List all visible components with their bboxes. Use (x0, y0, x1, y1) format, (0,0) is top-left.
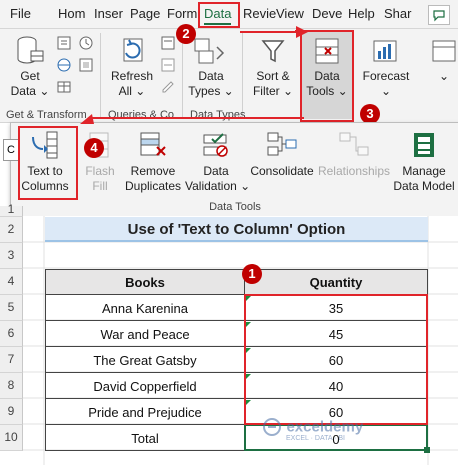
forecast-icon (373, 40, 397, 62)
relationships-button[interactable]: Relationships (317, 129, 391, 179)
row-header-1[interactable]: 1 (0, 202, 23, 217)
outline-chevron: ⌄ (438, 69, 450, 83)
forecast-label: Forecast (362, 69, 410, 83)
consolidate-label: Consolidate (250, 164, 314, 178)
remove-duplicates-label: Remove (130, 164, 176, 178)
book-cell-4[interactable]: David Copperfield (45, 372, 245, 399)
row-header-9[interactable]: 9 (0, 399, 23, 425)
group-get-transform: Get & Transform (6, 109, 87, 121)
callout-box-data-tools (300, 30, 354, 122)
consolidate-button[interactable]: Consolidate (249, 129, 315, 179)
outline-button[interactable]: ⌄ (424, 35, 458, 84)
remove-duplicates-label-2: Duplicates (124, 179, 182, 193)
sheet-title[interactable]: Use of 'Text to Column' Option (45, 217, 428, 242)
exceldemy-logo-icon (263, 418, 281, 436)
data-validation-button[interactable]: Data Validation ⌄ (185, 129, 251, 194)
tab-page-layout[interactable]: Page (130, 6, 160, 21)
tab-insert[interactable]: Inser (94, 6, 123, 21)
manage-data-model-button[interactable]: Manage Data Model (391, 129, 457, 194)
tab-formulas[interactable]: Form (167, 6, 197, 21)
watermark-subtext: EXCEL · DATA · BI (286, 435, 345, 442)
row-header-5[interactable]: 5 (0, 295, 23, 321)
callout-arrow-3 (80, 114, 304, 124)
get-data-label: Get (20, 69, 40, 83)
tab-file[interactable]: File (10, 6, 31, 21)
callout-box-text-to-columns (18, 126, 78, 200)
database-icon (17, 36, 44, 64)
data-types-label: Data (198, 69, 224, 83)
from-table-icon[interactable] (56, 79, 72, 100)
comments-icon[interactable] (428, 5, 450, 25)
total-label-cell[interactable]: Total (45, 424, 245, 451)
forecast-chevron: ⌄ (380, 84, 392, 98)
from-web-icon[interactable] (56, 57, 72, 78)
get-data-label-2: Data ⌄ (10, 84, 50, 98)
existing-connections-icon[interactable] (78, 57, 94, 78)
book-cell-1[interactable]: Anna Karenina (45, 294, 245, 321)
book-cell-3[interactable]: The Great Gatsby (45, 346, 245, 373)
from-text-icon[interactable] (56, 35, 72, 56)
sort-filter-button[interactable]: Sort & Filter ⌄ (250, 35, 296, 99)
remove-duplicates-button[interactable]: Remove Duplicates (121, 129, 185, 194)
sort-filter-label-2: Filter ⌄ (252, 84, 294, 98)
row-header-3[interactable]: 3 (0, 243, 23, 269)
get-data-button[interactable]: Get Data ⌄ (10, 35, 50, 99)
data-types-button[interactable]: Data Types ⌄ (188, 35, 234, 99)
sort-filter-label: Sort & (256, 69, 290, 83)
recent-sources-icon[interactable] (78, 35, 94, 56)
book-cell-5[interactable]: Pride and Prejudice (45, 398, 245, 425)
data-validation-label: Data (203, 164, 229, 178)
tab-home[interactable]: Hom (58, 6, 85, 21)
fill-handle[interactable] (424, 447, 430, 453)
callout-arrow-2 (240, 26, 308, 38)
edit-links-icon[interactable] (160, 79, 176, 100)
watermark-text: exceldemy (286, 418, 364, 436)
data-model-icon (414, 133, 434, 157)
tab-help[interactable]: Help (348, 6, 375, 21)
callout-badge-4: 4 (84, 138, 104, 158)
flash-fill-label-2: Fill (92, 179, 108, 193)
callout-box-quantity (244, 294, 428, 425)
data-types-icon (194, 38, 225, 64)
row-header-2[interactable]: 2 (0, 217, 23, 243)
header-quantity[interactable]: Quantity (244, 269, 428, 295)
refresh-label-2: All ⌄ (118, 84, 146, 98)
row-header-6[interactable]: 6 (0, 321, 23, 347)
data-tools-group-label: Data Tools (209, 201, 261, 213)
book-cell-2[interactable]: War and Peace (45, 320, 245, 347)
callout-badge-1: 1 (242, 264, 262, 284)
relationships-icon (339, 132, 369, 156)
flash-fill-label: Flash (85, 164, 115, 178)
refresh-label: Refresh (110, 69, 154, 83)
forecast-button[interactable]: Forecast ⌄ (360, 35, 412, 99)
queries-connections-icon[interactable] (160, 35, 176, 56)
outline-icon (432, 40, 456, 62)
row-header-4[interactable]: 4 (0, 269, 23, 295)
tab-developer[interactable]: Deve (312, 6, 342, 21)
manage-data-model-label: Manage (402, 164, 446, 178)
manage-data-model-label-2: Data Model (393, 179, 455, 193)
refresh-all-button[interactable]: Refresh All ⌄ (108, 35, 156, 99)
row-header-10[interactable]: 10 (0, 425, 23, 451)
tab-share[interactable]: Shar (384, 6, 411, 21)
callout-badge-3: 3 (360, 104, 380, 124)
data-types-label-2: Types ⌄ (188, 84, 234, 98)
row-header-8[interactable]: 8 (0, 373, 23, 399)
header-books[interactable]: Books (45, 269, 245, 295)
refresh-icon (123, 38, 143, 62)
properties-icon[interactable] (160, 57, 176, 78)
callout-badge-2: 2 (176, 24, 196, 44)
callout-box-data-tab (198, 2, 240, 28)
data-validation-label-2: Validation ⌄ (185, 179, 251, 193)
watermark-logo: exceldemy EXCEL · DATA · BI (262, 417, 363, 442)
relationships-label: Relationships (317, 164, 391, 178)
row-header-7[interactable]: 7 (0, 347, 23, 373)
